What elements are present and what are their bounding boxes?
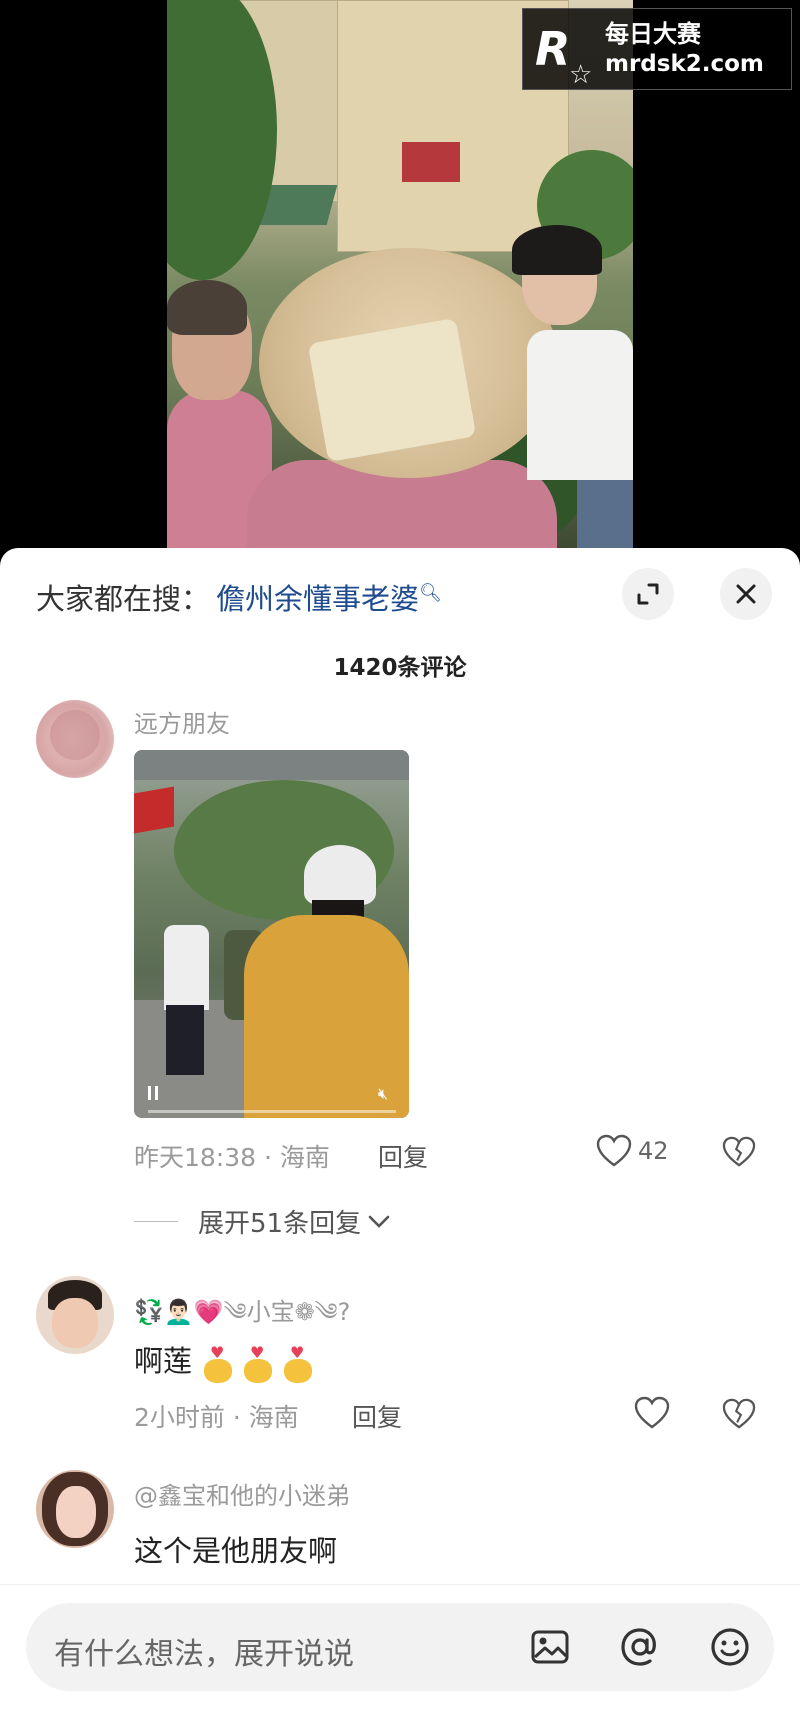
video-progress-bar[interactable] <box>148 1110 396 1113</box>
comment-count: 1420条评论 <box>333 655 467 681</box>
expand-replies-label: 展开51条回复 <box>198 1209 362 1239</box>
comment-text: 啊莲 ♥ ♥ ♥ <box>134 1338 313 1383</box>
hat-ribbon <box>307 317 477 463</box>
broken-heart-icon <box>722 1398 756 1429</box>
comment-meta: 昨天18:38 · 海南 <box>134 1143 330 1172</box>
heart-hands-emoji-icon: ♥ <box>244 1343 273 1383</box>
tree <box>167 0 277 280</box>
comment-text: 这个是他朋友啊 <box>134 1534 338 1568</box>
pause-icon[interactable] <box>148 1086 158 1100</box>
mute-icon[interactable]: 🔇︎ <box>378 1084 388 1104</box>
dislike-button[interactable] <box>722 1398 756 1430</box>
divider-line <box>134 1221 178 1222</box>
jeans <box>577 480 633 548</box>
site-watermark: R ☆ 每日大赛 mrdsk2.com <box>522 8 792 90</box>
star-icon: ☆ <box>569 60 593 90</box>
comment-username[interactable]: @鑫宝和他的小迷弟 <box>134 1476 350 1511</box>
dislike-button[interactable] <box>722 1136 756 1168</box>
close-button[interactable] <box>720 568 772 620</box>
avatar-image <box>50 710 100 760</box>
woman-hair-right <box>512 225 602 275</box>
woman-hair <box>167 280 247 335</box>
comment-text-content: 啊莲 <box>134 1344 193 1378</box>
broken-heart-icon <box>722 1136 756 1167</box>
emoji-button[interactable] <box>708 1625 752 1669</box>
chevron-down-icon <box>368 1215 390 1228</box>
comment-meta: 2小时前 · 海南 <box>134 1403 299 1432</box>
reply-button[interactable]: 回复 <box>378 1138 428 1174</box>
avatar[interactable] <box>36 700 114 778</box>
expand-replies[interactable]: 展开51条回复 <box>134 1203 391 1240</box>
like-button[interactable] <box>634 1396 670 1430</box>
heart-hands-emoji-icon: ♥ <box>204 1343 233 1383</box>
avatar[interactable] <box>36 1470 114 1548</box>
shop-sign <box>402 142 460 182</box>
comment-input-placeholder: 有什么想法，展开说说 <box>54 1637 354 1672</box>
trending-search-keyword[interactable]: 儋州余懂事老婆 <box>216 582 419 616</box>
expand-icon <box>637 583 659 605</box>
image-button[interactable] <box>528 1625 572 1669</box>
trending-search-prefix: 大家都在搜： <box>36 582 211 616</box>
expand-button[interactable] <box>622 568 674 620</box>
reply-button[interactable]: 回复 <box>352 1398 402 1434</box>
heart-icon <box>596 1134 632 1167</box>
watermark-line1: 每日大赛 <box>605 20 701 48</box>
avatar-face <box>52 1298 98 1348</box>
trending-search[interactable]: 大家都在搜： 儋州余懂事老婆🔍︎ <box>36 576 442 618</box>
heart-hands-emoji-icon: ♥ <box>284 1343 313 1383</box>
search-icon: 🔍︎ <box>419 582 442 604</box>
heart-icon <box>634 1396 670 1429</box>
watermark-line2: mrdsk2.com <box>605 51 764 77</box>
at-icon <box>621 1628 656 1666</box>
comment-username[interactable]: 远方朋友 <box>134 704 230 739</box>
close-icon <box>736 584 756 604</box>
woman-white-shirt <box>527 330 633 480</box>
person-pants <box>166 1005 204 1075</box>
comment-input-bar: 有什么想法，展开说说 <box>0 1584 800 1710</box>
like-button[interactable]: 42 <box>596 1134 669 1168</box>
like-count: 42 <box>638 1137 669 1165</box>
bus-stop-roof <box>134 750 409 780</box>
person-white <box>164 925 209 1010</box>
red-flag <box>134 786 174 834</box>
video-player[interactable]: R ☆ 每日大赛 mrdsk2.com <box>0 0 800 548</box>
watermark-logo-letter: R <box>535 22 571 76</box>
image-icon <box>531 1630 569 1664</box>
helmet <box>304 845 376 905</box>
comment-video-thumbnail[interactable]: 🔇︎ <box>134 750 409 1118</box>
smiley-icon <box>711 1628 749 1666</box>
avatar-face <box>56 1486 96 1538</box>
avatar[interactable] <box>36 1276 114 1354</box>
watermark-text: 每日大赛 mrdsk2.com <box>605 19 764 79</box>
comment-sheet: 大家都在搜： 儋州余懂事老婆🔍︎ 1420条评论 远方朋友 🔇︎ 昨天18:38 … <box>0 548 800 1709</box>
comment-input[interactable]: 有什么想法，展开说说 <box>26 1603 774 1691</box>
mention-button[interactable] <box>618 1625 662 1669</box>
watermark-logo: R ☆ <box>535 19 595 90</box>
